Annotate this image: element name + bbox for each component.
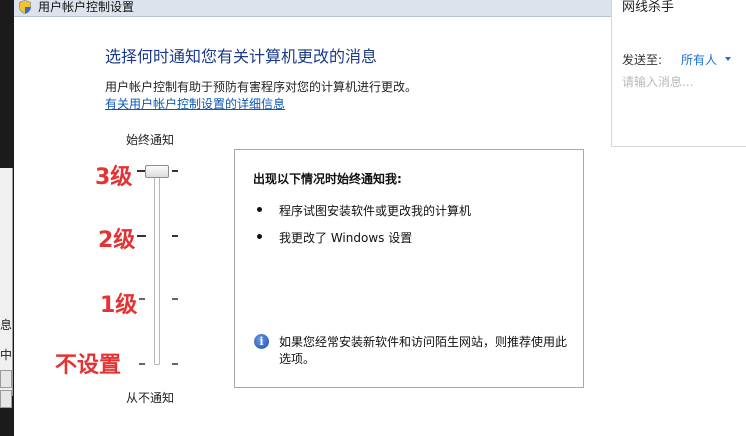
send-to-dropdown[interactable]: 所有人 — [681, 51, 717, 68]
info-icon: i — [254, 334, 269, 349]
list-item-text: 我更改了 Windows 设置 — [279, 231, 413, 245]
background-window-edge: 息 中 — [0, 0, 14, 436]
slider-top-label: 始终通知 — [126, 133, 175, 147]
slider-tick-right-level-3 — [172, 170, 178, 172]
annotation-level-2: 2级 — [98, 228, 136, 253]
chat-message-input[interactable]: 请输入消息... — [622, 73, 737, 90]
window-title: 用户帐户控制设置 — [38, 0, 135, 14]
background-control-1 — [0, 370, 12, 388]
annotation-level-3: 3级 — [95, 165, 133, 190]
bullet-icon — [257, 234, 262, 239]
background-window-panel: 息 中 — [0, 168, 13, 408]
notification-level-slider-track[interactable] — [154, 171, 160, 365]
bullet-icon — [257, 207, 262, 212]
slider-tick-left-level-2 — [137, 235, 146, 237]
slider-tick-left-level-1 — [139, 298, 145, 300]
annotation-level-none: 不设置 — [55, 353, 122, 378]
notification-level-slider-thumb[interactable] — [145, 165, 169, 178]
chevron-down-icon[interactable] — [725, 57, 731, 61]
window-titlebar[interactable]: 用户帐户控制设置 — [14, 0, 614, 17]
chat-panel: 网线杀手 发送至: 所有人 请输入消息... — [611, 0, 746, 147]
uac-details-link[interactable]: 有关用户帐户控制设置的详细信息 — [105, 95, 285, 112]
background-control-2 — [0, 390, 12, 408]
slider-bottom-label: 从不通知 — [126, 391, 175, 405]
background-char-1: 息 — [0, 318, 13, 332]
level-description-heading: 出现以下情况时始终通知我: — [253, 172, 402, 186]
annotation-level-1: 1级 — [100, 293, 138, 318]
slider-tick-right-level-0 — [172, 363, 178, 365]
level-description-box: 出现以下情况时始终通知我: 程序试图安装软件或更改我的计算机 我更改了 Wind… — [234, 149, 584, 388]
background-char-2: 中 — [0, 348, 13, 362]
send-to-label: 发送至: — [622, 53, 663, 67]
list-item-text: 程序试图安装软件或更改我的计算机 — [279, 204, 472, 218]
uac-shield-icon — [19, 0, 31, 14]
slider-tick-right-level-1 — [172, 298, 178, 300]
page-description: 用户帐户控制有助于预防有害程序对您的计算机进行更改。 — [105, 80, 418, 94]
page-title: 选择何时通知您有关计算机更改的消息 — [105, 47, 378, 66]
uac-settings-window: 选择何时通知您有关计算机更改的消息 用户帐户控制有助于预防有害程序对您的计算机进… — [14, 17, 614, 436]
recommendation-note: 如果您经常安装新软件和访问陌生网站，则推荐使用此选项。 — [279, 335, 568, 366]
slider-tick-left-level-0 — [139, 363, 145, 365]
slider-tick-right-level-2 — [172, 235, 178, 237]
chat-panel-title: 网线杀手 — [622, 0, 675, 15]
